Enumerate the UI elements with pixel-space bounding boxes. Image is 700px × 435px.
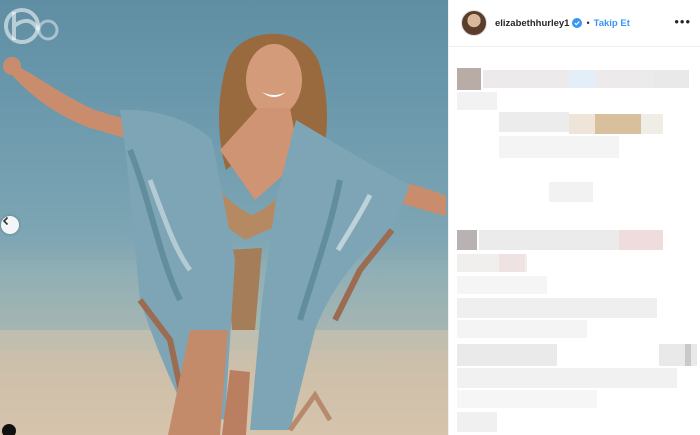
chevron-left-icon (2, 216, 9, 226)
beach-photo-illustration (0, 33, 448, 435)
separator-dot: • (586, 18, 590, 28)
verified-badge-icon (572, 18, 583, 28)
post-side-panel: elizabethhurley1 • Takip Et ••• (448, 0, 700, 435)
more-options-icon[interactable]: ••• (674, 14, 691, 29)
carousel-indicator (2, 424, 16, 435)
post-photo[interactable] (0, 0, 448, 435)
avatar[interactable] (461, 10, 487, 36)
follow-button[interactable]: Takip Et (594, 18, 630, 29)
post-header: elizabethhurley1 • Takip Et ••• (449, 0, 700, 47)
username-link[interactable]: elizabethhurley1 (495, 18, 569, 29)
watermark-logo (4, 8, 59, 44)
carousel-prev-button[interactable] (1, 216, 19, 234)
